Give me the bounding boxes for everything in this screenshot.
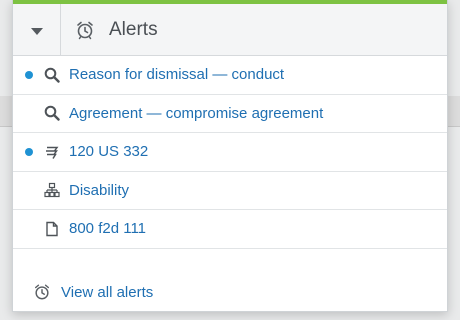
view-all-alerts-label: View all alerts <box>61 283 154 301</box>
chevron-down-icon <box>30 28 43 35</box>
alert-item[interactable]: 120 US 332 <box>13 133 447 172</box>
collapse-toggle[interactable] <box>13 4 61 55</box>
search-icon <box>43 66 61 84</box>
alert-item-label: 800 f2d 111 <box>69 220 147 238</box>
unread-dot <box>25 70 33 79</box>
alarm-clock-icon <box>33 283 51 301</box>
search-icon <box>43 104 61 122</box>
view-all-alerts-link[interactable]: View all alerts <box>13 273 447 311</box>
document-icon <box>43 220 61 238</box>
alerts-header: Alerts <box>13 4 447 56</box>
citation-icon <box>43 143 61 161</box>
alert-item[interactable]: Reason for dismissal — conduct <box>13 56 447 95</box>
hierarchy-icon <box>43 181 61 199</box>
alert-item-label: Reason for dismissal — conduct <box>69 66 285 84</box>
alert-item-label: Disability <box>69 181 130 199</box>
alerts-title-label: Alerts <box>109 18 158 40</box>
unread-dot <box>25 147 33 156</box>
alert-item[interactable]: 800 f2d 111 <box>13 210 447 249</box>
alerts-dropdown: Alerts Reason for dismissal — conduct Ag… <box>12 0 448 312</box>
alarm-clock-icon <box>75 20 95 40</box>
alerts-list: Reason for dismissal — conduct Agreement… <box>13 56 447 249</box>
alert-item[interactable]: Agreement — compromise agreement <box>13 95 447 133</box>
alerts-title: Alerts <box>61 19 158 41</box>
alert-item-label: Agreement — compromise agreement <box>69 104 324 122</box>
alert-item-label: 120 US 332 <box>69 143 149 161</box>
alert-item[interactable]: Disability <box>13 172 447 210</box>
